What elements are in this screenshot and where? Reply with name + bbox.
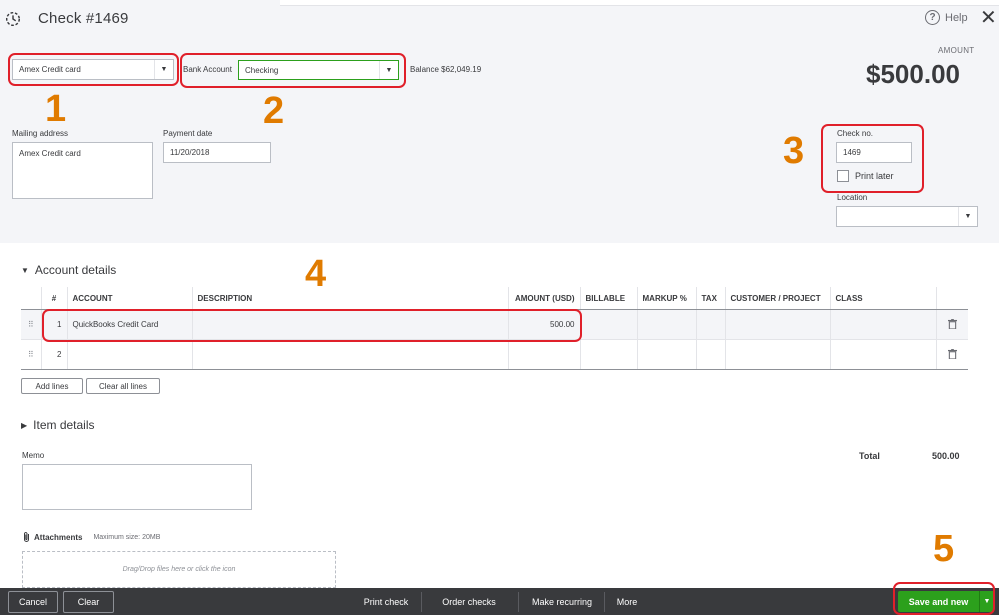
col-header-billable: BILLABLE <box>579 287 637 310</box>
trash-icon[interactable] <box>947 348 957 359</box>
help-label: Help <box>945 11 968 24</box>
print-later-checkbox[interactable] <box>837 170 849 182</box>
mailing-address-label: Mailing address <box>12 129 69 138</box>
item-details-title: Item details <box>33 418 95 432</box>
trash-icon[interactable] <box>947 318 957 329</box>
memo-label: Memo <box>22 451 45 460</box>
add-lines-button[interactable]: Add lines <box>21 378 83 394</box>
balance-text: Balance $62,049.19 <box>410 65 482 74</box>
memo-field[interactable] <box>22 464 252 510</box>
row-class-cell[interactable] <box>829 339 936 370</box>
mailing-address-field[interactable]: Amex Credit card <box>12 142 153 199</box>
row-description-cell[interactable] <box>191 339 508 370</box>
drag-col-header <box>21 287 41 310</box>
row-markup-cell[interactable] <box>636 339 696 370</box>
annotation-number-2: 2 <box>263 90 285 132</box>
top-strip <box>280 0 999 6</box>
row-account-cell[interactable] <box>66 339 192 370</box>
mailing-address-value: Amex Credit card <box>19 149 81 158</box>
close-icon[interactable]: ✕ <box>980 8 997 28</box>
page-title: Check #1469 <box>38 10 129 27</box>
location-label: Location <box>837 193 868 202</box>
annotation-number-3: 3 <box>783 130 805 172</box>
table-header-row: # ACCOUNT DESCRIPTION AMOUNT (USD) BILLA… <box>21 287 968 310</box>
row-delete-cell[interactable] <box>935 339 968 370</box>
annotation-number-1: 1 <box>45 88 67 130</box>
clear-all-lines-button[interactable]: Clear all lines <box>86 378 160 394</box>
amount-label: AMOUNT <box>938 46 975 55</box>
total-value: 500.00 <box>932 451 960 461</box>
amount-value: $500.00 <box>866 59 960 89</box>
clear-button[interactable]: Clear <box>63 591 114 613</box>
col-header-tax: TAX <box>695 287 725 310</box>
trash-col-header <box>935 287 968 310</box>
row-billable-cell[interactable] <box>579 309 637 340</box>
row-billable-cell[interactable] <box>579 339 637 370</box>
annotation-box-5 <box>893 582 995 615</box>
check-no-field[interactable]: 1469 <box>836 142 912 163</box>
col-header-markup: MARKUP % <box>636 287 696 310</box>
paperclip-icon <box>24 532 29 542</box>
row-customer-cell[interactable] <box>724 339 830 370</box>
footer-divider <box>518 592 519 612</box>
help-icon: ? <box>925 10 940 25</box>
triangle-down-icon: ▼ <box>21 265 29 275</box>
account-details-toggle[interactable]: ▼ Account details <box>21 263 116 277</box>
row-delete-cell[interactable] <box>935 309 968 340</box>
annotation-box-2 <box>180 53 406 88</box>
annotation-number-5: 5 <box>933 528 955 570</box>
drag-handle-icon[interactable]: ⠿ <box>21 309 41 340</box>
attachments-max-size: Maximum size: 20MB <box>93 533 161 541</box>
table-row[interactable]: ⠿ 2 <box>21 339 968 370</box>
row-markup-cell[interactable] <box>636 309 696 340</box>
row-class-cell[interactable] <box>829 309 936 340</box>
row-tax-cell[interactable] <box>695 339 725 370</box>
footer-divider <box>421 592 422 612</box>
col-header-num: # <box>40 287 67 310</box>
attachments-dropzone[interactable]: Drag/Drop files here or click the icon <box>22 551 336 588</box>
payment-date-field[interactable]: 11/20/2018 <box>163 142 271 163</box>
order-checks-button[interactable]: Order checks <box>433 592 505 612</box>
payment-date-label: Payment date <box>163 129 213 138</box>
row-number: 2 <box>40 339 67 370</box>
footer-divider <box>604 592 605 612</box>
attachments-header: Attachments Maximum size: 20MB <box>22 531 160 543</box>
col-header-class: CLASS <box>829 287 936 310</box>
print-check-button[interactable]: Print check <box>356 592 416 612</box>
col-header-customer-project: CUSTOMER / PROJECT <box>724 287 830 310</box>
row-amount-cell[interactable] <box>507 339 580 370</box>
col-header-account: ACCOUNT <box>66 287 192 310</box>
help-link[interactable]: ? Help <box>925 10 968 25</box>
annotation-box-1 <box>8 53 179 86</box>
check-no-label: Check no. <box>837 129 874 138</box>
more-button[interactable]: More <box>612 592 642 612</box>
attachments-label: Attachments <box>34 532 83 542</box>
account-details-title: Account details <box>34 263 117 277</box>
col-header-description: DESCRIPTION <box>191 287 508 310</box>
annotation-box-4 <box>42 309 582 342</box>
chevron-down-icon[interactable]: ▼ <box>958 207 977 226</box>
cancel-button[interactable]: Cancel <box>8 591 58 613</box>
row-tax-cell[interactable] <box>695 309 725 340</box>
row-customer-cell[interactable] <box>724 309 830 340</box>
drag-handle-icon[interactable]: ⠿ <box>21 339 41 370</box>
recent-history-icon[interactable] <box>4 10 22 28</box>
location-select[interactable]: ▼ <box>836 206 978 227</box>
col-header-amount: AMOUNT (USD) <box>507 287 580 310</box>
make-recurring-button[interactable]: Make recurring <box>526 592 598 612</box>
item-details-toggle[interactable]: ▶ Item details <box>21 418 95 432</box>
payment-date-value: 11/20/2018 <box>170 148 210 157</box>
total-label: Total <box>859 451 880 461</box>
check-no-value: 1469 <box>843 148 861 157</box>
print-later-label: Print later <box>855 171 894 181</box>
triangle-right-icon: ▶ <box>21 420 28 430</box>
